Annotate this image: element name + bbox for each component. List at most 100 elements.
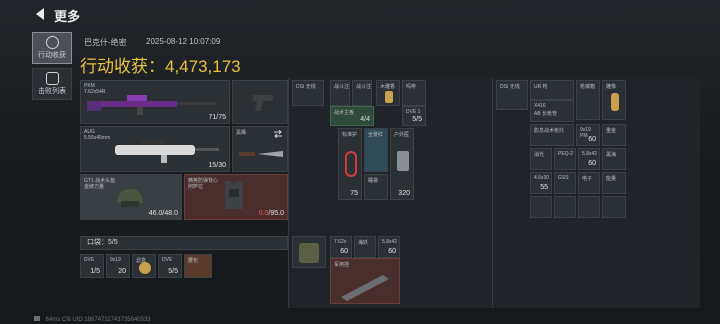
backpack-item-count: 60 xyxy=(588,136,596,143)
chest-item-name: 战斗注 xyxy=(334,84,350,90)
backpack-item[interactable]: 雕像 xyxy=(602,80,626,120)
armor-slot[interactable]: 精英防弹背心 阿萨拉 0.0/95.0 xyxy=(184,174,288,220)
helmet-icon xyxy=(117,189,143,207)
backpack-item[interactable]: 消光 xyxy=(530,148,552,170)
primary-weapon-slot[interactable]: PKM 7.62x54R 71/75 xyxy=(80,80,230,124)
backpack-item-name: 消光 xyxy=(534,152,545,158)
bag-item[interactable] xyxy=(292,236,326,268)
chest-item[interactable]: DVE 1 5/5 xyxy=(402,106,426,126)
aug-rifle-icon xyxy=(115,139,219,163)
chest-item-name: 木雕香 xyxy=(380,84,396,90)
divider xyxy=(288,78,289,308)
chest-item[interactable]: 战术主板 4/4 xyxy=(330,106,374,126)
chest-item[interactable]: 标准护 75 xyxy=(338,128,362,200)
chest-item[interactable]: 全景红 xyxy=(364,128,388,172)
chest-item-name: 吗啡 xyxy=(406,84,417,90)
pocket-item[interactable]: 腰包 xyxy=(184,254,212,278)
backpack-item[interactable]: 电子 xyxy=(578,172,600,194)
pocket-item[interactable]: DVE 5/5 xyxy=(158,254,182,278)
gain-label: 行动收获： xyxy=(80,57,165,76)
person-icon xyxy=(45,72,59,85)
melee-name: 黑鹰 xyxy=(236,130,247,136)
chest-item[interactable]: 战斗注 xyxy=(330,80,350,106)
bag-item[interactable]: 海妖 xyxy=(354,236,376,258)
helmet-slot[interactable]: GT1 战术头盔 金牌力量 46.0/48.0 xyxy=(80,174,182,220)
armor-durability-max: /95.0 xyxy=(268,210,284,217)
weapon-caliber: 5.56x45mm xyxy=(84,135,111,141)
tab-loot[interactable]: 行动收获 xyxy=(32,32,72,64)
backpack-item[interactable]: X416 AB 长枪管 xyxy=(530,100,574,122)
bag-item[interactable]: 5.8x42 60 xyxy=(378,236,400,258)
helmet-sub: 金牌力量 xyxy=(84,184,105,190)
chest-item-count: 5/5 xyxy=(412,116,422,123)
pocket-item-count: 1/5 xyxy=(90,268,100,275)
footer-text: 64ms CN UID:18674711743735640533 xyxy=(45,317,151,323)
backpack-item[interactable] xyxy=(554,196,576,218)
raid-time: 2025-08-12 10:07:09 xyxy=(146,37,221,46)
pistol-icon xyxy=(253,95,273,111)
gain-value: 4,473,173 xyxy=(165,57,241,76)
backpack-item[interactable]: 重金 xyxy=(602,124,626,146)
pocket-item[interactable]: 滤盒 xyxy=(132,254,156,278)
backpack-item[interactable]: 4.6x30 55 xyxy=(530,172,552,194)
backpack-item[interactable] xyxy=(602,196,626,218)
ammo-count: 71/75 xyxy=(208,114,226,121)
backpack-item[interactable] xyxy=(530,196,552,218)
chest-item-name: 战术主板 xyxy=(334,110,355,116)
backpack-item-name: 重金 xyxy=(606,128,617,134)
backpack-item[interactable]: PEQ-2 xyxy=(554,148,576,170)
statue-icon xyxy=(611,93,619,111)
pocket-item-name: 腰包 xyxy=(188,258,199,264)
chest-item-count: 320 xyxy=(398,190,410,197)
backpack-item-name: 枪械箱 xyxy=(580,84,596,90)
backpack-item[interactable]: 枪械箱 xyxy=(576,80,600,120)
player-name: 巴克什-绝密 xyxy=(84,38,127,47)
melee-slot[interactable]: 黑鹰 xyxy=(232,126,288,172)
bag-item-name: 7.62x xyxy=(334,239,347,245)
backpack-item-name: 电子 xyxy=(582,176,593,182)
bag-item[interactable]: 军用挂 xyxy=(330,258,400,304)
bag-item[interactable]: 7.62x 60 xyxy=(330,236,352,258)
backpack-item-sub: AB 长枪管 xyxy=(534,111,558,117)
backpack-item-name: 影息战术枪托 xyxy=(534,128,565,134)
bag-item-count: 60 xyxy=(388,248,396,255)
backpack-item-name: PEQ-2 xyxy=(558,151,574,157)
page-title: 更多 xyxy=(54,9,81,24)
chest-item-name: DSI 无线 xyxy=(296,84,316,90)
backpack-item[interactable]: UR 枪 xyxy=(530,80,574,100)
tab-kills-label: 击败列表 xyxy=(38,88,66,95)
backpack-item[interactable]: 影息战术枪托 xyxy=(530,124,574,146)
armor-durability-current: 0.0 xyxy=(258,210,269,217)
backpack-item[interactable]: 5.8x42 60 xyxy=(578,148,600,170)
backpack-item[interactable]: 9x19 PM 60 xyxy=(576,124,600,146)
chest-item[interactable]: 吗啡 xyxy=(402,80,426,106)
pkm-rifle-icon xyxy=(87,95,217,115)
chest-item[interactable]: 战斗注 xyxy=(352,80,372,106)
pistol-slot[interactable] xyxy=(232,80,288,124)
chest-item-count: 75 xyxy=(350,190,358,197)
knife-icon xyxy=(239,151,283,157)
chest-item-count: 4/4 xyxy=(360,116,370,123)
ammo-count: 15/30 xyxy=(208,162,226,169)
backpack-item[interactable]: 能量 xyxy=(602,172,626,194)
chest-item[interactable]: 睡袋 xyxy=(364,174,388,200)
pouch-icon xyxy=(299,243,319,263)
first-aid-icon xyxy=(397,151,409,171)
backpack-item[interactable]: GSS xyxy=(554,172,576,194)
backpack-item[interactable] xyxy=(578,196,600,218)
backpack-item[interactable]: 黑海 xyxy=(602,148,626,170)
chest-item[interactable]: 户外医 320 xyxy=(390,128,414,200)
backpack-item-name: 能量 xyxy=(606,176,617,182)
armor-durability: 0.0/95.0 xyxy=(259,210,284,217)
tab-kills[interactable]: 击败列表 xyxy=(32,68,72,100)
pocket-item[interactable]: 9x19 20 xyxy=(106,254,130,278)
filter-icon xyxy=(139,262,151,274)
secondary-weapon-slot[interactable]: AUG 5.56x45mm 15/30 xyxy=(80,126,230,172)
chest-item[interactable]: DSI 无线 xyxy=(292,80,324,106)
pocket-item[interactable]: DVE 1/5 xyxy=(80,254,104,278)
backpack-item[interactable]: DSI 无线 xyxy=(496,80,528,110)
bag-item-name: 军用挂 xyxy=(334,262,350,268)
chest-item-name: 睡袋 xyxy=(368,178,379,184)
back-arrow-icon[interactable] xyxy=(33,7,47,21)
chest-item[interactable]: 木雕香 xyxy=(376,80,400,106)
